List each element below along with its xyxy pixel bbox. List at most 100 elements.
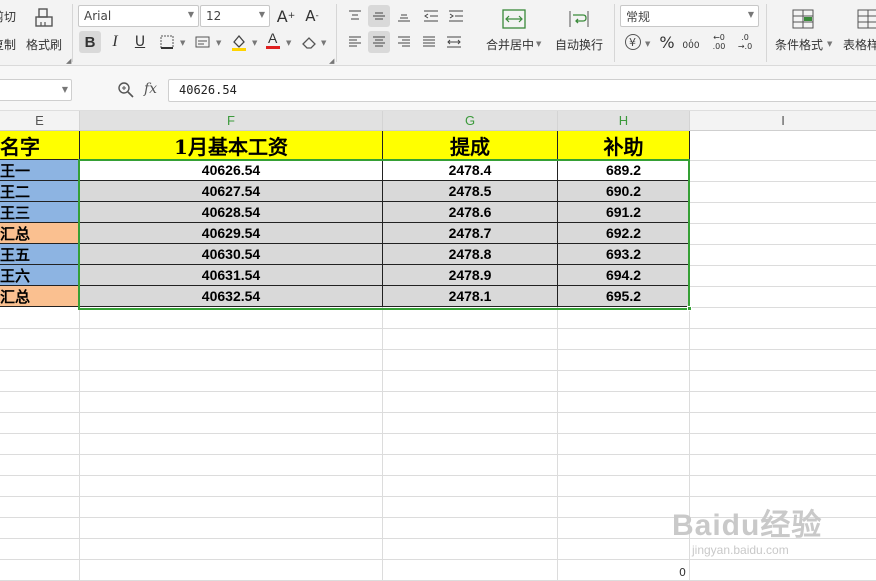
- header-cell-name[interactable]: 名字: [0, 131, 80, 160]
- wrap-text-icon[interactable]: [565, 6, 593, 32]
- cell-salary[interactable]: 40631.54: [80, 265, 383, 286]
- merge-center-icon[interactable]: [500, 6, 528, 32]
- column-header-e[interactable]: E: [0, 111, 80, 131]
- cell-salary[interactable]: 40628.54: [80, 202, 383, 223]
- cell-commission[interactable]: 2478.9: [383, 265, 558, 286]
- align-right-icon[interactable]: [393, 31, 415, 53]
- cell-salary[interactable]: 40632.54: [80, 286, 383, 307]
- chevron-down-icon[interactable]: ▼: [827, 40, 832, 48]
- header-cell-salary[interactable]: 1月基本工资: [80, 131, 383, 160]
- underline-button[interactable]: U: [129, 31, 151, 53]
- name-box[interactable]: ▼: [0, 79, 72, 101]
- chevron-down-icon[interactable]: ▼: [252, 39, 257, 47]
- eraser-icon[interactable]: [298, 31, 320, 53]
- cell-subsidy[interactable]: 694.2: [558, 265, 690, 286]
- font-size-select[interactable]: 12 ▼: [200, 5, 270, 27]
- cell-name[interactable]: 王六: [0, 265, 80, 286]
- cell-name[interactable]: 汇总: [0, 286, 80, 307]
- gridline-horizontal: [0, 559, 876, 560]
- align-bottom-icon[interactable]: [393, 5, 415, 27]
- distributed-align-icon[interactable]: [443, 31, 465, 53]
- chevron-down-icon[interactable]: ▼: [286, 39, 291, 47]
- align-center-icon[interactable]: [368, 31, 390, 53]
- fill-pattern-icon[interactable]: [192, 31, 214, 53]
- chevron-down-icon[interactable]: ▼: [180, 39, 185, 47]
- font-group-expand-icon[interactable]: ◢: [329, 57, 334, 65]
- chevron-down-icon[interactable]: ▼: [321, 39, 326, 47]
- status-value: 0: [679, 566, 686, 579]
- cell-subsidy[interactable]: 691.2: [558, 202, 690, 223]
- table-style-icon[interactable]: [855, 6, 876, 32]
- cell-salary[interactable]: 40629.54: [80, 223, 383, 244]
- chevron-down-icon[interactable]: ▼: [216, 39, 221, 47]
- cell-name[interactable]: 王五: [0, 244, 80, 265]
- cell-commission[interactable]: 2478.4: [383, 160, 558, 181]
- ribbon-toolbar: 剪切 复制 格式刷 ◢ Arial ▼ 12 ▼ A+ A- B I U ▼ ▼…: [0, 0, 876, 66]
- cell-name[interactable]: 王二: [0, 181, 80, 202]
- percent-button[interactable]: %: [656, 31, 678, 53]
- cut-button[interactable]: 剪切: [0, 8, 16, 25]
- cell-subsidy[interactable]: 695.2: [558, 286, 690, 307]
- bold-button[interactable]: B: [79, 31, 101, 53]
- conditional-format-label[interactable]: 条件格式: [775, 36, 823, 53]
- merge-center-label[interactable]: 合并居中: [486, 36, 534, 53]
- chevron-down-icon: ▼: [61, 85, 68, 94]
- thousands-label: 000: [682, 41, 700, 51]
- increase-decimal-icon[interactable]: ←0.00: [708, 31, 730, 53]
- cell-commission[interactable]: 2478.1: [383, 286, 558, 307]
- align-top-icon[interactable]: [344, 5, 366, 27]
- increase-indent-icon[interactable]: [445, 5, 467, 27]
- fill-color-icon[interactable]: [228, 31, 250, 53]
- cell-name[interactable]: 王一: [0, 160, 80, 181]
- gridline-horizontal: [0, 454, 876, 455]
- decrease-font-size-icon[interactable]: A-: [301, 5, 323, 27]
- decrease-indent-icon[interactable]: [420, 5, 442, 27]
- cell-salary[interactable]: 40630.54: [80, 244, 383, 265]
- cell-commission[interactable]: 2478.8: [383, 244, 558, 265]
- header-cell-commission[interactable]: 提成: [383, 131, 558, 160]
- cell-subsidy[interactable]: 690.2: [558, 181, 690, 202]
- cell-name[interactable]: 王三: [0, 202, 80, 223]
- format-painter-icon[interactable]: [32, 6, 56, 30]
- header-cell-subsidy[interactable]: 补助: [558, 131, 690, 160]
- font-family-select[interactable]: Arial ▼: [78, 5, 199, 27]
- chevron-down-icon: ▼: [747, 10, 754, 19]
- cell-commission[interactable]: 2478.5: [383, 181, 558, 202]
- align-left-icon[interactable]: [344, 31, 366, 53]
- copy-button[interactable]: 复制: [0, 36, 16, 53]
- gridline-horizontal: [690, 160, 876, 161]
- italic-button[interactable]: I: [104, 31, 126, 53]
- zoom-search-icon[interactable]: [116, 80, 136, 100]
- fx-icon[interactable]: fx: [144, 81, 157, 97]
- cell-salary[interactable]: 40627.54: [80, 181, 383, 202]
- column-header-i[interactable]: I: [690, 111, 876, 131]
- table-style-label[interactable]: 表格样: [843, 36, 876, 53]
- cell-subsidy[interactable]: 692.2: [558, 223, 690, 244]
- fill-handle[interactable]: [687, 306, 692, 311]
- justify-icon[interactable]: [418, 31, 440, 53]
- cell-commission[interactable]: 2478.6: [383, 202, 558, 223]
- chevron-down-icon[interactable]: ▼: [536, 40, 541, 48]
- increase-font-size-icon[interactable]: A +: [275, 5, 297, 27]
- clipboard-expand-icon[interactable]: ◢: [66, 57, 71, 65]
- column-header-f[interactable]: F: [80, 111, 383, 131]
- format-painter-label[interactable]: 格式刷: [26, 36, 62, 53]
- column-header-h[interactable]: H: [558, 111, 690, 131]
- cell-subsidy[interactable]: 693.2: [558, 244, 690, 265]
- align-middle-icon[interactable]: [368, 5, 390, 27]
- cell-salary[interactable]: 40626.54: [80, 160, 383, 181]
- decrease-decimal-icon[interactable]: .0 →.0: [734, 31, 756, 53]
- currency-icon[interactable]: ¥: [622, 31, 644, 53]
- cell-subsidy[interactable]: 689.2: [558, 160, 690, 181]
- cell-name[interactable]: 汇总: [0, 223, 80, 244]
- formula-input[interactable]: 40626.54: [168, 79, 876, 102]
- thousands-separator-button[interactable]: , 000: [680, 31, 702, 53]
- number-format-select[interactable]: 常规 ▼: [620, 5, 759, 27]
- font-color-icon[interactable]: A: [262, 29, 284, 51]
- wrap-text-label[interactable]: 自动换行: [555, 36, 603, 53]
- chevron-down-icon[interactable]: ▼: [645, 40, 650, 48]
- cell-commission[interactable]: 2478.7: [383, 223, 558, 244]
- conditional-format-icon[interactable]: [790, 6, 816, 32]
- column-header-g[interactable]: G: [383, 111, 558, 131]
- border-icon[interactable]: [156, 31, 178, 53]
